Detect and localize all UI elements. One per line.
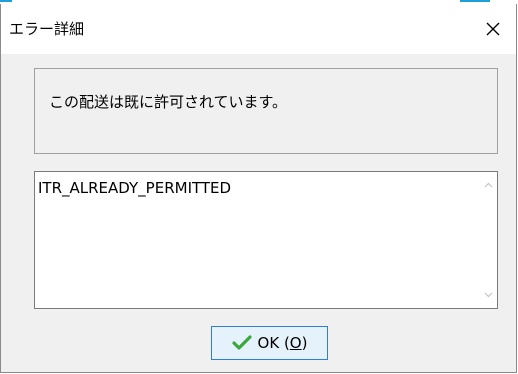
screen: エラー詳細 この配送は既に許可されています。 ITR_ALREADY_PERMI… [0,0,518,374]
ok-button-label: OK (O) [257,334,308,352]
background-accent-line [0,0,12,2]
scroll-down-arrow-icon[interactable] [484,290,493,299]
background-accent-line [460,0,490,2]
vertical-scrollbar[interactable] [480,172,497,308]
scroll-up-arrow-icon[interactable] [484,181,493,190]
ok-button[interactable]: OK (O) [211,326,328,360]
error-detail-textarea[interactable]: ITR_ALREADY_PERMITTED [34,171,498,309]
checkmark-icon [231,335,252,350]
error-message: この配送は既に許可されています。 [49,93,288,111]
ok-mnemonic-key: O [289,334,302,352]
error-code-text: ITR_ALREADY_PERMITTED [38,179,232,197]
close-icon [486,22,500,36]
close-button[interactable] [470,4,516,54]
message-panel: この配送は既に許可されています。 [34,68,498,154]
title-bar: エラー詳細 [1,4,516,54]
dialog-title: エラー詳細 [9,20,85,38]
error-detail-dialog: エラー詳細 この配送は既に許可されています。 ITR_ALREADY_PERMI… [0,4,517,373]
ok-button-content: OK (O) [231,334,308,352]
